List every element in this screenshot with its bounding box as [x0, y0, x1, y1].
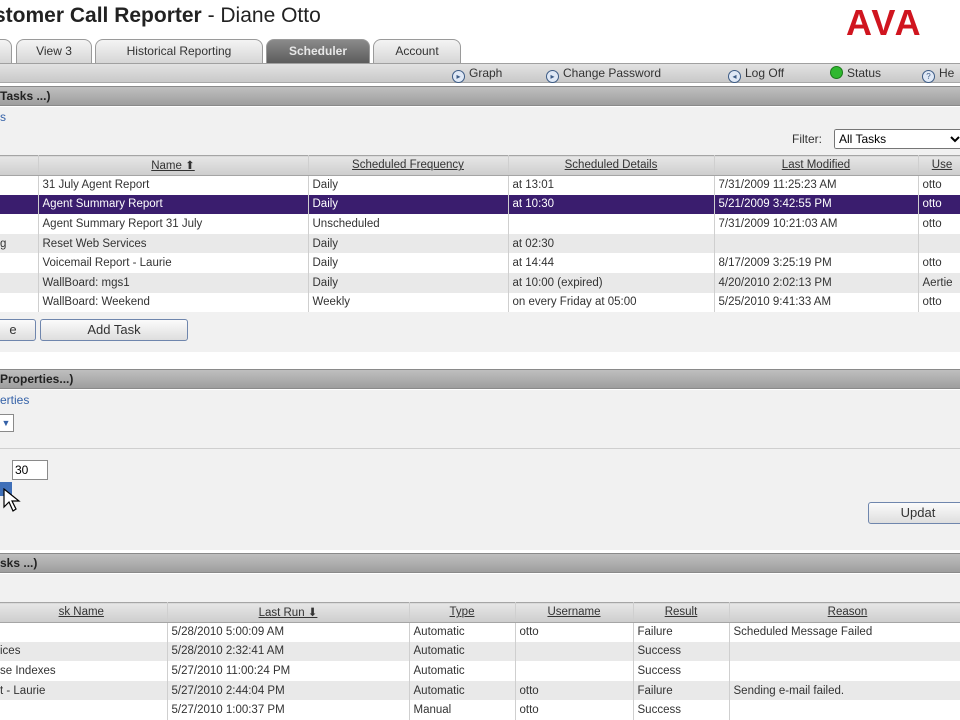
- col-header-details[interactable]: Scheduled Details: [508, 155, 715, 176]
- table-row[interactable]: WallBoard: mgs1 Daily at 10:00 (expired) 4/…: [0, 273, 960, 293]
- mouse-cursor-icon: [3, 488, 21, 512]
- col-header-task-name[interactable]: sk Name: [0, 602, 168, 623]
- tab-view-3[interactable]: View 3: [16, 39, 92, 63]
- status-icon: [830, 66, 843, 79]
- tab-first[interactable]: [0, 39, 12, 63]
- col-header-frequency[interactable]: Scheduled Frequency: [308, 155, 509, 176]
- chevron-down-icon[interactable]: ▼: [0, 414, 14, 432]
- col-header-type[interactable]: Type: [409, 602, 516, 623]
- history-table: sk Name Last Run ⬇ Type Username Result …: [0, 602, 960, 720]
- table-row[interactable]: WallBoard: Weekend Weekly on every Friday …: [0, 292, 960, 313]
- col-header-reason[interactable]: Reason: [729, 602, 960, 623]
- col-header-result[interactable]: Result: [633, 602, 730, 623]
- col-header-last-run[interactable]: Last Run ⬇: [167, 602, 410, 623]
- key-icon: ▸: [546, 70, 559, 83]
- status-link[interactable]: Status: [830, 66, 881, 80]
- properties-panel: erties ▼ Updat: [0, 390, 960, 550]
- table-row[interactable]: 5/28/2010 5:00:09 AM Automatic otto Failure…: [0, 622, 960, 642]
- table-row[interactable]: 5/27/2010 1:00:37 PM Manual otto Success: [0, 700, 960, 720]
- col-header-username[interactable]: Username: [515, 602, 634, 623]
- help-icon: ?: [922, 70, 935, 83]
- table-row[interactable]: 31 July Agent Report Daily at 13:01 7/31/20…: [0, 175, 960, 195]
- graph-link[interactable]: ▸ Graph: [452, 66, 502, 83]
- divider: [0, 448, 960, 449]
- col-header-modified[interactable]: Last Modified: [714, 155, 919, 176]
- tab-scheduler[interactable]: Scheduler: [266, 39, 370, 63]
- properties-section-header[interactable]: Properties...): [0, 369, 960, 389]
- col-header-user[interactable]: Use: [918, 155, 960, 176]
- table-row[interactable]: g Reset Web Services Daily at 02:30: [0, 233, 960, 254]
- col-header-name[interactable]: Name ⬆: [38, 155, 309, 176]
- edit-task-button[interactable]: e: [0, 319, 36, 341]
- app-title: stomer Call Reporter - Diane Otto: [0, 4, 321, 27]
- tasks-section-header[interactable]: Tasks ...): [0, 86, 960, 106]
- change-password-link[interactable]: ▸ Change Password: [546, 66, 661, 83]
- filter-select[interactable]: All Tasks: [834, 129, 960, 149]
- tab-account[interactable]: Account: [373, 39, 461, 63]
- update-button[interactable]: Updat: [868, 502, 960, 524]
- logoff-icon: ◂: [728, 70, 741, 83]
- history-panel: [0, 574, 960, 604]
- tab-historical-reporting[interactable]: Historical Reporting: [95, 39, 263, 63]
- col-header-status[interactable]: [0, 155, 39, 176]
- table-row[interactable]: se Indexes 5/27/2010 11:00:24 PM Automatic…: [0, 661, 960, 681]
- table-row[interactable]: Agent Summary Report 31 July Unscheduled 7…: [0, 214, 960, 234]
- table-row-selected[interactable]: Agent Summary Report Daily at 10:30 5/21/20…: [0, 194, 960, 215]
- brand-logo: AVA: [846, 2, 923, 43]
- history-section-header[interactable]: sks ...): [0, 553, 960, 573]
- graph-icon: ▸: [452, 70, 465, 83]
- table-row[interactable]: ices 5/28/2010 2:32:41 AM Automatic Success: [0, 641, 960, 662]
- help-link[interactable]: ? He: [922, 66, 954, 83]
- table-row[interactable]: Voicemail Report - Laurie Daily at 14:44 8/…: [0, 253, 960, 274]
- tasks-link[interactable]: s: [0, 110, 6, 124]
- add-task-button[interactable]: Add Task: [40, 319, 188, 341]
- filter-label: Filter:: [792, 132, 822, 146]
- tasks-table: Name ⬆ Scheduled Frequency Scheduled Det…: [0, 155, 960, 313]
- logoff-link[interactable]: ◂ Log Off: [728, 66, 784, 83]
- properties-link[interactable]: erties: [0, 393, 29, 407]
- utility-bar: ▸ Graph ▸ Change Password ◂ Log Off Status …: [0, 63, 960, 83]
- table-row[interactable]: t - Laurie 5/27/2010 2:44:04 PM Automatic o…: [0, 680, 960, 701]
- time-input[interactable]: [12, 460, 48, 480]
